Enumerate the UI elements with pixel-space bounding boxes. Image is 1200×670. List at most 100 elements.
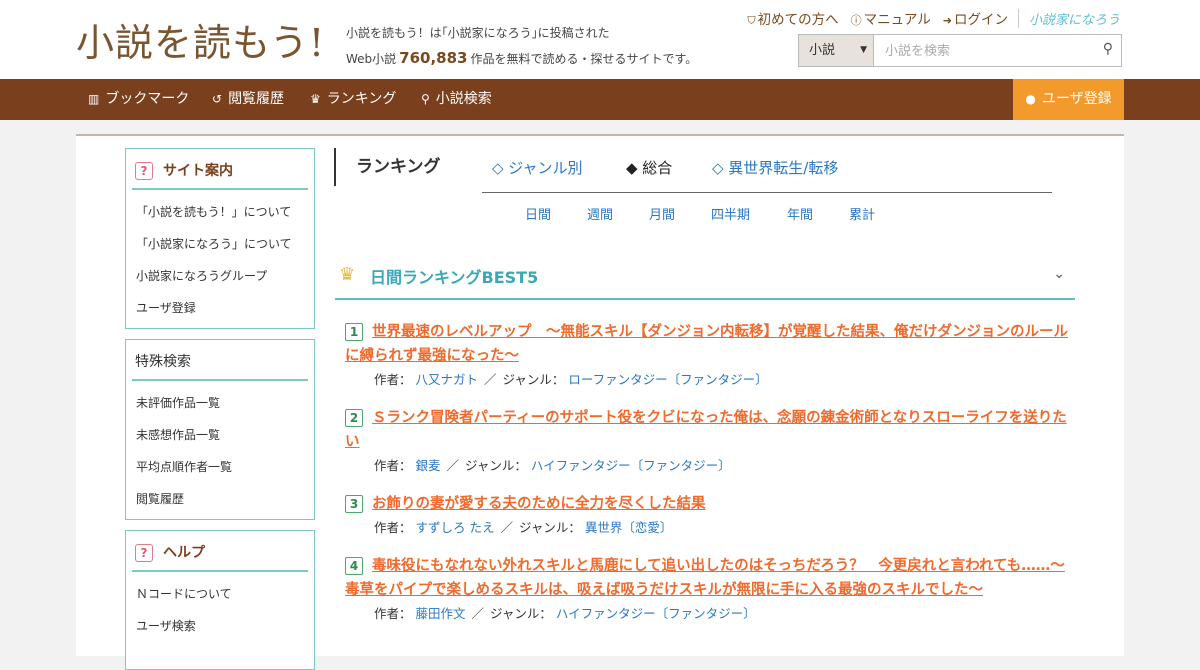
crown-icon: ♛	[310, 92, 321, 106]
intro-prefix: Web小説	[346, 52, 397, 66]
nav-bookmark-label: ブックマーク	[105, 91, 190, 107]
rank-badge: 2	[345, 409, 363, 427]
user-register-button[interactable]: ● ユーザ登録	[1013, 79, 1124, 120]
top-links: ⛉ 初めての方へ ⓘ マニュアル ➜ ログイン 小説家になろう	[735, 8, 1120, 28]
meta-separator: ／	[484, 372, 497, 387]
sidebar-item-user-search[interactable]: ユーザ検索	[126, 610, 314, 642]
intro-line-1: 小説を読もう！は｢小説家になろう｣に投稿された	[346, 26, 610, 40]
nav-bookmark[interactable]: ▥ ブックマーク	[88, 79, 189, 120]
nav-history-label: 閲覧履歴	[228, 91, 285, 107]
chevron-down-icon[interactable]: ⌄	[1053, 266, 1065, 282]
link-manual[interactable]: ⓘ マニュアル	[851, 8, 931, 28]
nav-novel-search[interactable]: ⚲ 小説検索	[421, 79, 492, 120]
ranking-tabs: ◇ ジャンル別 ◆ 総合 ◇ 異世界転生/転移	[482, 149, 1052, 193]
sidebar-item-narou-group[interactable]: 小説家になろうグループ	[126, 260, 314, 292]
sidebar-site-guide: ? サイト案内 「小説を読もう！」について 「小説家になろう」について 小説家にな…	[125, 148, 315, 329]
meta-separator: ／	[471, 606, 485, 621]
shield-icon: ⛉	[747, 14, 756, 27]
genre-label: ジャンル：	[502, 372, 565, 387]
author-link[interactable]: 藤田作文	[416, 606, 466, 621]
daily-best-title: 日間ランキングBEST5	[370, 268, 539, 287]
sidebar-item-unrated[interactable]: 未評価作品一覧	[126, 387, 314, 419]
tab-overall[interactable]: ◆ 総合	[626, 149, 672, 187]
period-monthly[interactable]: 月間	[649, 204, 675, 223]
entry-title-link[interactable]: Ｓランク冒険者パーティーのサポート役をクビになった俺は、念願の錬金術師となりスロ…	[345, 406, 1075, 454]
ranking-entry: 1 世界最速のレベルアップ ～無能スキル【ダンジョン内転移】が覚醒した結果、俺だ…	[345, 320, 1075, 390]
search-icon: ⚲	[421, 92, 430, 106]
ranking-entry: 3 お飾りの妻が愛する夫のために全力を尽くした結果 作者： すずしろ たえ ／ ジャ…	[345, 492, 1075, 538]
period-total[interactable]: 累計	[849, 204, 875, 223]
ranking-title: ランキング	[334, 148, 441, 186]
sidebar-item-no-impressions[interactable]: 未感想作品一覧	[126, 419, 314, 451]
search-type-select[interactable]: 小説 ▼	[799, 35, 874, 66]
sidebar-help-heading: ? ヘルプ	[132, 537, 308, 572]
period-weekly[interactable]: 週間	[587, 204, 613, 223]
author-label: 作者：	[374, 520, 412, 535]
site-logo[interactable]: 小説を読もう!	[76, 12, 325, 67]
login-icon: ➜	[942, 14, 952, 27]
author-label: 作者：	[374, 458, 412, 473]
user-icon: ●	[1025, 92, 1036, 106]
question-circle-icon: ⓘ	[850, 14, 862, 27]
question-icon: ?	[135, 162, 153, 180]
tab-isekai[interactable]: ◇ 異世界転生/転移	[712, 149, 838, 187]
tab-genre[interactable]: ◇ ジャンル別	[492, 149, 583, 187]
entry-meta: 作者： 八又ナガト ／ ジャンル： ローファンタジー〔ファンタジー〕	[345, 370, 1075, 390]
author-label: 作者：	[374, 606, 412, 621]
chevron-down-icon: ▼	[860, 45, 867, 55]
ranking-entry: 2 Ｓランク冒険者パーティーのサポート役をクビになった俺は、念願の錬金術師となり…	[345, 406, 1075, 476]
genre-label: ジャンル：	[519, 520, 581, 535]
daily-best-section-header: ♛ 日間ランキングBEST5 ⌄	[335, 258, 1075, 300]
link-manual-label: マニュアル	[863, 12, 931, 28]
site-header: 小説を読もう! 小説を読もう！は｢小説家になろう｣に投稿された Web小説 760…	[0, 0, 1200, 79]
intro-suffix: 作品を無料で読める・探せるサイトです。	[470, 52, 698, 66]
meta-separator: ／	[446, 458, 460, 473]
search-box: 小説 ▼ ⚲	[798, 34, 1122, 67]
genre-link[interactable]: ハイファンタジー〔ファンタジー〕	[556, 606, 756, 621]
genre-label: ジャンル：	[465, 458, 527, 473]
genre-link[interactable]: 異世界〔恋愛〕	[585, 520, 673, 535]
sidebar-item-about-yomou[interactable]: 「小説を読もう！」について	[126, 196, 314, 228]
author-link[interactable]: すずしろ たえ	[416, 520, 495, 535]
rank-badge: 1	[345, 323, 363, 341]
sidebar-item-author-average[interactable]: 平均点順作者一覧	[126, 451, 314, 483]
search-input[interactable]	[883, 40, 1087, 62]
ranking-entry: 4 毒味役にもなれない外れスキルと馬鹿にして追い出したのはそっちだろう？ 今更戻…	[345, 554, 1075, 624]
entry-title-link[interactable]: お飾りの妻が愛する夫のために全力を尽くした結果	[345, 492, 1075, 516]
link-login[interactable]: ➜ ログイン	[943, 8, 1008, 28]
link-first-time[interactable]: ⛉ 初めての方へ	[747, 8, 838, 28]
sidebar-item-ncode[interactable]: Ｎコードについて	[126, 578, 314, 610]
genre-link[interactable]: ローファンタジー〔ファンタジー〕	[568, 372, 767, 387]
entry-meta: 作者： すずしろ たえ ／ ジャンル： 異世界〔恋愛〕	[345, 518, 1075, 538]
narou-brand-link[interactable]: 小説家になろう	[1017, 8, 1120, 28]
nav-novel-search-label: 小説検索	[435, 91, 492, 107]
nav-ranking[interactable]: ♛ ランキング	[310, 79, 396, 120]
crown-icon: ♛	[339, 264, 356, 285]
history-icon: ↺	[212, 92, 223, 106]
meta-separator: ／	[500, 520, 513, 535]
user-register-label: ユーザ登録	[1041, 91, 1112, 107]
sidebar-site-guide-title: サイト案内	[163, 163, 233, 179]
author-link[interactable]: 銀麦	[416, 458, 441, 473]
sidebar-site-guide-heading: ? サイト案内	[132, 155, 308, 190]
sidebar-special-search: 特殊検索 未評価作品一覧 未感想作品一覧 平均点順作者一覧 閲覧履歴	[125, 339, 315, 520]
sidebar-item-history[interactable]: 閲覧履歴	[126, 483, 314, 515]
genre-label: ジャンル：	[490, 606, 552, 621]
sidebar-item-about-narou[interactable]: 「小説家になろう」について	[126, 228, 314, 260]
site-intro: 小説を読もう！は｢小説家になろう｣に投稿された Web小説 760,883 作品を無…	[346, 21, 697, 72]
nav-ranking-label: ランキング	[326, 91, 397, 107]
sidebar-help-title: ヘルプ	[163, 545, 205, 561]
sidebar-item-user-register[interactable]: ユーザ登録	[126, 292, 314, 324]
search-icon[interactable]: ⚲	[1103, 41, 1113, 57]
bookmark-icon: ▥	[88, 92, 100, 106]
question-icon: ?	[135, 544, 153, 562]
period-yearly[interactable]: 年間	[787, 204, 813, 223]
entry-title-link[interactable]: 毒味役にもなれない外れスキルと馬鹿にして追い出したのはそっちだろう？ 今更戻れと…	[345, 554, 1075, 602]
period-daily[interactable]: 日間	[525, 204, 551, 223]
genre-link[interactable]: ハイファンタジー〔ファンタジー〕	[531, 458, 731, 473]
author-link[interactable]: 八又ナガト	[416, 372, 479, 387]
period-quarterly[interactable]: 四半期	[711, 204, 750, 223]
nav-history[interactable]: ↺ 閲覧履歴	[212, 79, 284, 120]
entry-title-link[interactable]: 世界最速のレベルアップ ～無能スキル【ダンジョン内転移】が覚醒した結果、俺だけダ…	[345, 320, 1075, 368]
author-label: 作者：	[374, 372, 412, 387]
